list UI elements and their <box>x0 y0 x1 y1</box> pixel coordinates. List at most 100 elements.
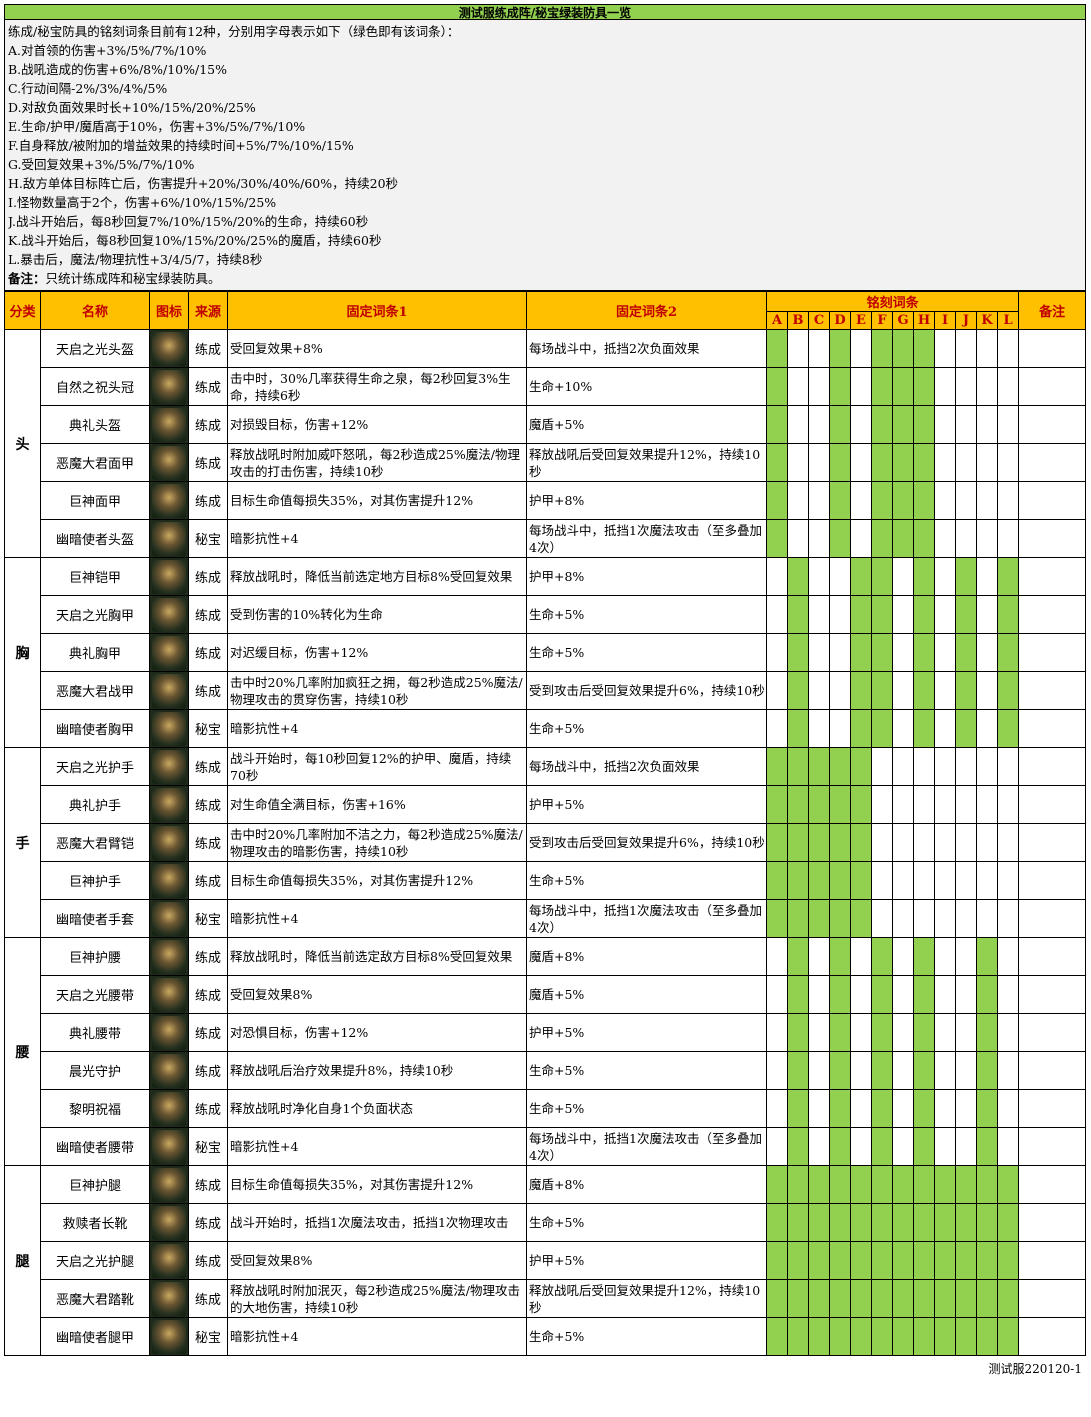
inscription-flag <box>850 443 872 482</box>
armor-table: 分类 名称 图标 来源 固定词条1 固定词条2 铭刻词条 备注 ABCDEFGH… <box>4 291 1087 1356</box>
item-icon-cell <box>149 1127 189 1166</box>
item-name: 幽暗使者腿甲 <box>40 1317 150 1356</box>
header-icon: 图标 <box>149 291 189 330</box>
inscription-flag <box>892 1317 914 1356</box>
fixed-affix-1: 对损毁目标，伤害+12% <box>227 405 527 444</box>
inscription-flag <box>787 481 809 520</box>
item-name: 天启之光护手 <box>40 747 150 786</box>
inscription-flag <box>892 937 914 976</box>
remarks-cell <box>1018 1127 1087 1166</box>
inscription-flag <box>892 595 914 634</box>
inscription-flag <box>787 671 809 710</box>
inscription-flag <box>996 329 1020 368</box>
header-fixed1: 固定词条1 <box>227 291 527 330</box>
item-source: 练成 <box>188 1089 228 1128</box>
inscription-flag <box>996 671 1020 710</box>
remarks-cell <box>1018 1165 1087 1204</box>
inscription-flag <box>787 367 809 406</box>
item-source: 秘宝 <box>188 1317 228 1356</box>
inscription-flag <box>996 1089 1020 1128</box>
fixed-affix-1: 击中时20%几率附加不洁之力，每2秒造成25%魔法/物理攻击的暗影伤害，持续10… <box>227 823 527 862</box>
header-source: 来源 <box>188 291 228 330</box>
inscription-flag <box>871 1013 893 1052</box>
item-icon-cell <box>149 1317 189 1356</box>
inscription-flag <box>787 1127 809 1166</box>
inscription-flag <box>934 329 956 368</box>
inscription-flag <box>850 937 872 976</box>
item-source: 练成 <box>188 1203 228 1242</box>
armor-icon <box>152 1015 186 1050</box>
inscription-flag <box>808 1165 830 1204</box>
inscription-flag <box>829 1203 851 1242</box>
remarks-cell <box>1018 671 1087 710</box>
item-source: 练成 <box>188 823 228 862</box>
fixed-affix-2: 护甲+5% <box>526 1013 767 1052</box>
intro-block: 练成/秘宝防具的铭刻词条目前有12种，分别用字母表示如下（绿色即有该词条）： A.… <box>4 20 1086 291</box>
item-icon-cell <box>149 367 189 406</box>
inscription-flag <box>913 1279 935 1318</box>
inscription-flag <box>996 975 1020 1014</box>
inscription-flag <box>871 633 893 672</box>
inscription-flag <box>766 1089 788 1128</box>
table-row: 救赎者长靴 练成 战斗开始时，抵挡1次魔法攻击，抵挡1次物理攻击 生命+5% <box>5 1203 1087 1242</box>
inscription-flag <box>871 519 893 558</box>
inscription-flag <box>871 899 893 938</box>
fixed-affix-1: 受到伤害的10%转化为生命 <box>227 595 527 634</box>
inscription-flag <box>955 633 977 672</box>
item-source: 练成 <box>188 329 228 368</box>
inscription-flag <box>766 823 788 862</box>
inscription-flag <box>996 861 1020 900</box>
armor-icon <box>152 711 186 746</box>
item-name: 巨神护手 <box>40 861 150 900</box>
inscription-flag <box>787 937 809 976</box>
fixed-affix-1: 对生命值全满目标，伤害+16% <box>227 785 527 824</box>
sheet-title: 测试服练成阵/秘宝绿装防具一览 <box>4 4 1086 20</box>
inscription-flag <box>808 899 830 938</box>
fixed-affix-2: 魔盾+5% <box>526 975 767 1014</box>
table-row: 恶魔大君战甲 练成 击中时20%几率附加疯狂之拥，每2秒造成25%魔法/物理攻击的贯… <box>5 671 1087 710</box>
inscription-flag <box>976 1279 998 1318</box>
inscription-flag <box>934 595 956 634</box>
inscription-flag <box>996 709 1020 748</box>
fixed-affix-1: 目标生命值每损失35%，对其伤害提升12% <box>227 481 527 520</box>
inscription-flag <box>913 1317 935 1356</box>
inscription-flag <box>892 861 914 900</box>
fixed-affix-2: 生命+5% <box>526 1317 767 1356</box>
fixed-affix-1: 释放战吼时净化自身1个负面状态 <box>227 1089 527 1128</box>
item-name: 幽暗使者腰带 <box>40 1127 150 1166</box>
item-source: 练成 <box>188 861 228 900</box>
inscription-flag <box>996 785 1020 824</box>
inscription-flag <box>850 633 872 672</box>
inscription-flag <box>829 671 851 710</box>
inscription-flag <box>808 1279 830 1318</box>
table-row: 晨光守护 练成 释放战吼后治疗效果提升8%，持续10秒 生命+5% <box>5 1051 1087 1090</box>
fixed-affix-2: 魔盾+8% <box>526 1165 767 1204</box>
inscription-flag <box>934 1127 956 1166</box>
item-name: 恶魔大君臂铠 <box>40 823 150 862</box>
item-name: 天启之光腰带 <box>40 975 150 1014</box>
inscription-flag <box>913 329 935 368</box>
intro-line: I.怪物数量高于2个，伤害+6%/10%/15%/25% <box>8 195 277 210</box>
inscription-flag <box>934 1279 956 1318</box>
fixed-affix-2: 生命+5% <box>526 595 767 634</box>
item-name: 天启之光护腿 <box>40 1241 150 1280</box>
inscription-flag <box>787 1013 809 1052</box>
inscription-flag <box>766 1279 788 1318</box>
inscription-flag <box>996 367 1020 406</box>
armor-icon <box>152 521 186 556</box>
remarks-cell <box>1018 937 1087 976</box>
inscription-flag <box>808 975 830 1014</box>
inscription-flag <box>829 823 851 862</box>
header-fixed2: 固定词条2 <box>526 291 767 330</box>
inscription-flag <box>934 861 956 900</box>
inscription-flag <box>934 975 956 1014</box>
inscription-letter: G <box>892 311 914 330</box>
inscription-flag <box>766 937 788 976</box>
item-icon-cell <box>149 823 189 862</box>
item-source: 练成 <box>188 671 228 710</box>
inscription-flag <box>829 975 851 1014</box>
item-source: 练成 <box>188 443 228 482</box>
item-source: 练成 <box>188 937 228 976</box>
inscription-flag <box>913 443 935 482</box>
inscription-flag <box>955 709 977 748</box>
